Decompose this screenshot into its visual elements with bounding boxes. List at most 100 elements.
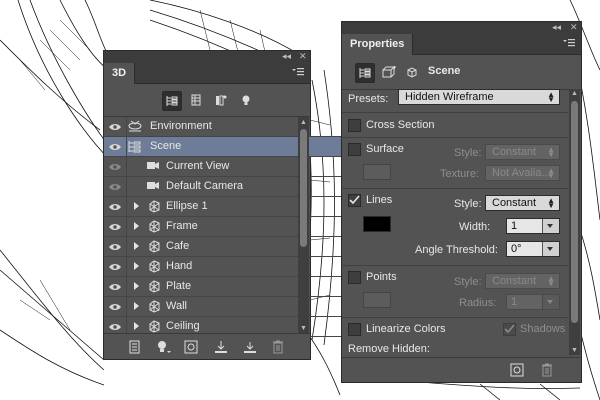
visibility-eye-icon[interactable] bbox=[104, 277, 127, 296]
lines-color-swatch[interactable] bbox=[363, 216, 391, 232]
dropdown-arrow-icon[interactable] bbox=[542, 219, 559, 233]
mesh-icon bbox=[148, 220, 161, 236]
mesh-icon bbox=[148, 240, 161, 256]
surface-style-dropdown[interactable]: Constant ▲ ▼ bbox=[485, 144, 560, 160]
meshes-filter-icon[interactable] bbox=[187, 91, 205, 109]
coordinates-icon[interactable] bbox=[379, 63, 397, 81]
mesh-icon bbox=[148, 200, 161, 216]
mesh-icon bbox=[148, 260, 161, 276]
dropdown-arrow-icon[interactable] bbox=[542, 242, 559, 256]
add-light-icon[interactable] bbox=[156, 340, 172, 354]
materials-filter-icon[interactable] bbox=[212, 91, 230, 109]
visibility-eye-icon[interactable] bbox=[104, 157, 127, 176]
lines-width-field[interactable]: 1 bbox=[506, 218, 560, 234]
chevron-updown-icon: ▲ ▼ bbox=[547, 90, 555, 104]
close-icon[interactable]: ✕ bbox=[570, 22, 578, 33]
close-icon[interactable]: ✕ bbox=[299, 51, 307, 62]
move-to-ground-icon[interactable] bbox=[214, 340, 228, 354]
surface-style-label: Style: bbox=[454, 147, 482, 159]
mesh-icon bbox=[148, 300, 161, 316]
points-checkbox[interactable] bbox=[348, 271, 361, 284]
dropdown-arrow-icon[interactable] bbox=[542, 295, 559, 309]
checkmark-icon bbox=[349, 195, 360, 205]
tab-bar: 3D bbox=[104, 63, 310, 84]
lines-angle-threshold-value: 0° bbox=[511, 243, 522, 255]
tab-3d[interactable]: 3D bbox=[104, 63, 136, 84]
lines-angle-threshold-label: Angle Threshold: bbox=[415, 244, 498, 256]
layer-label: Hand bbox=[166, 260, 193, 272]
lines-angle-threshold-field[interactable]: 0° bbox=[506, 241, 560, 257]
lines-label: Lines bbox=[366, 194, 393, 206]
delete-icon[interactable] bbox=[541, 363, 553, 377]
new-object-icon[interactable] bbox=[510, 363, 524, 377]
chevron-updown-icon: ▲ ▼ bbox=[547, 196, 555, 210]
whole-scene-filter-icon[interactable] bbox=[162, 91, 182, 111]
render-icon[interactable] bbox=[242, 340, 258, 354]
surface-color-swatch[interactable] bbox=[363, 164, 391, 180]
scroll-up-icon[interactable]: ▲ bbox=[571, 90, 578, 97]
layer-label: Ceiling bbox=[166, 320, 200, 332]
properties-panel: ◂◂ ✕ Properties Scene Presets: Hidden Wi… bbox=[341, 21, 582, 383]
scrollbar-thumb[interactable] bbox=[571, 101, 578, 323]
cross-section-checkbox[interactable] bbox=[348, 119, 361, 132]
lines-width-value: 1 bbox=[511, 220, 518, 232]
expand-arrow-icon[interactable] bbox=[134, 222, 139, 230]
scene-properties-icon[interactable] bbox=[355, 63, 375, 83]
expand-arrow-icon[interactable] bbox=[134, 322, 139, 330]
chevron-updown-icon: ▲ ▼ bbox=[547, 145, 555, 159]
points-style-value: Constant bbox=[492, 275, 537, 287]
surface-label: Surface bbox=[366, 143, 404, 155]
visibility-eye-icon[interactable] bbox=[104, 217, 127, 236]
panel-title-strip: ◂◂ ✕ bbox=[342, 22, 581, 34]
points-color-swatch[interactable] bbox=[363, 292, 391, 308]
visibility-eye-icon[interactable] bbox=[104, 257, 127, 276]
points-label: Points bbox=[366, 271, 397, 283]
lines-style-label: Style: bbox=[454, 198, 482, 210]
expand-arrow-icon[interactable] bbox=[134, 262, 139, 270]
panel-menu-icon[interactable] bbox=[563, 39, 575, 47]
expand-arrow-icon[interactable] bbox=[134, 282, 139, 290]
visibility-eye-icon[interactable] bbox=[104, 117, 127, 136]
lines-checkbox[interactable] bbox=[348, 194, 361, 207]
layer-label: Ellipse 1 bbox=[166, 200, 208, 212]
visibility-eye-icon[interactable] bbox=[104, 177, 127, 196]
visibility-eye-icon[interactable] bbox=[104, 297, 127, 316]
panel-menu-icon[interactable] bbox=[292, 68, 304, 76]
layer-label: Frame bbox=[166, 220, 198, 232]
linearize-colors-checkbox[interactable] bbox=[348, 323, 361, 336]
layer-list-scrollbar[interactable]: ▲ ▼ bbox=[298, 117, 309, 333]
collapse-icon[interactable]: ◂◂ bbox=[552, 22, 561, 33]
expand-arrow-icon[interactable] bbox=[134, 302, 139, 310]
cross-section-icon[interactable] bbox=[403, 63, 421, 81]
points-radius-field[interactable]: 1 bbox=[506, 294, 560, 310]
visibility-eye-icon[interactable] bbox=[104, 237, 127, 256]
tab-properties[interactable]: Properties bbox=[342, 34, 414, 55]
camera-icon bbox=[146, 160, 160, 174]
layer-label: Current View bbox=[166, 160, 230, 172]
scrollbar-thumb[interactable] bbox=[300, 129, 307, 247]
scroll-up-icon[interactable]: ▲ bbox=[300, 119, 307, 126]
lights-filter-icon[interactable] bbox=[237, 91, 255, 109]
expand-arrow-icon[interactable] bbox=[134, 242, 139, 250]
points-style-dropdown[interactable]: Constant ▲ ▼ bbox=[485, 273, 560, 289]
surface-checkbox[interactable] bbox=[348, 143, 361, 156]
new-object-icon[interactable] bbox=[184, 340, 198, 354]
divider bbox=[342, 112, 568, 113]
properties-scrollbar[interactable]: ▲ ▼ bbox=[569, 89, 580, 355]
scroll-down-icon[interactable]: ▼ bbox=[571, 347, 578, 354]
remove-hidden-label: Remove Hidden: bbox=[348, 343, 430, 355]
lines-style-dropdown[interactable]: Constant ▲ ▼ bbox=[485, 195, 560, 211]
delete-icon[interactable] bbox=[272, 340, 284, 354]
scroll-down-icon[interactable]: ▼ bbox=[300, 325, 307, 332]
presets-label: Presets: bbox=[348, 93, 389, 105]
surface-texture-dropdown[interactable]: Not Availa... ▲ ▼ bbox=[485, 165, 560, 181]
3d-panel: ◂◂ ✕ 3D Environment Scene Current View Defa… bbox=[103, 50, 397, 360]
visibility-eye-icon[interactable] bbox=[104, 137, 127, 156]
presets-dropdown[interactable]: Hidden Wireframe ▲ ▼ bbox=[398, 89, 560, 105]
render-settings-icon[interactable] bbox=[128, 340, 142, 354]
shadows-checkbox[interactable] bbox=[503, 323, 516, 336]
visibility-eye-icon[interactable] bbox=[104, 197, 127, 216]
collapse-icon[interactable]: ◂◂ bbox=[282, 51, 291, 62]
divider bbox=[342, 317, 568, 318]
expand-arrow-icon[interactable] bbox=[134, 202, 139, 210]
